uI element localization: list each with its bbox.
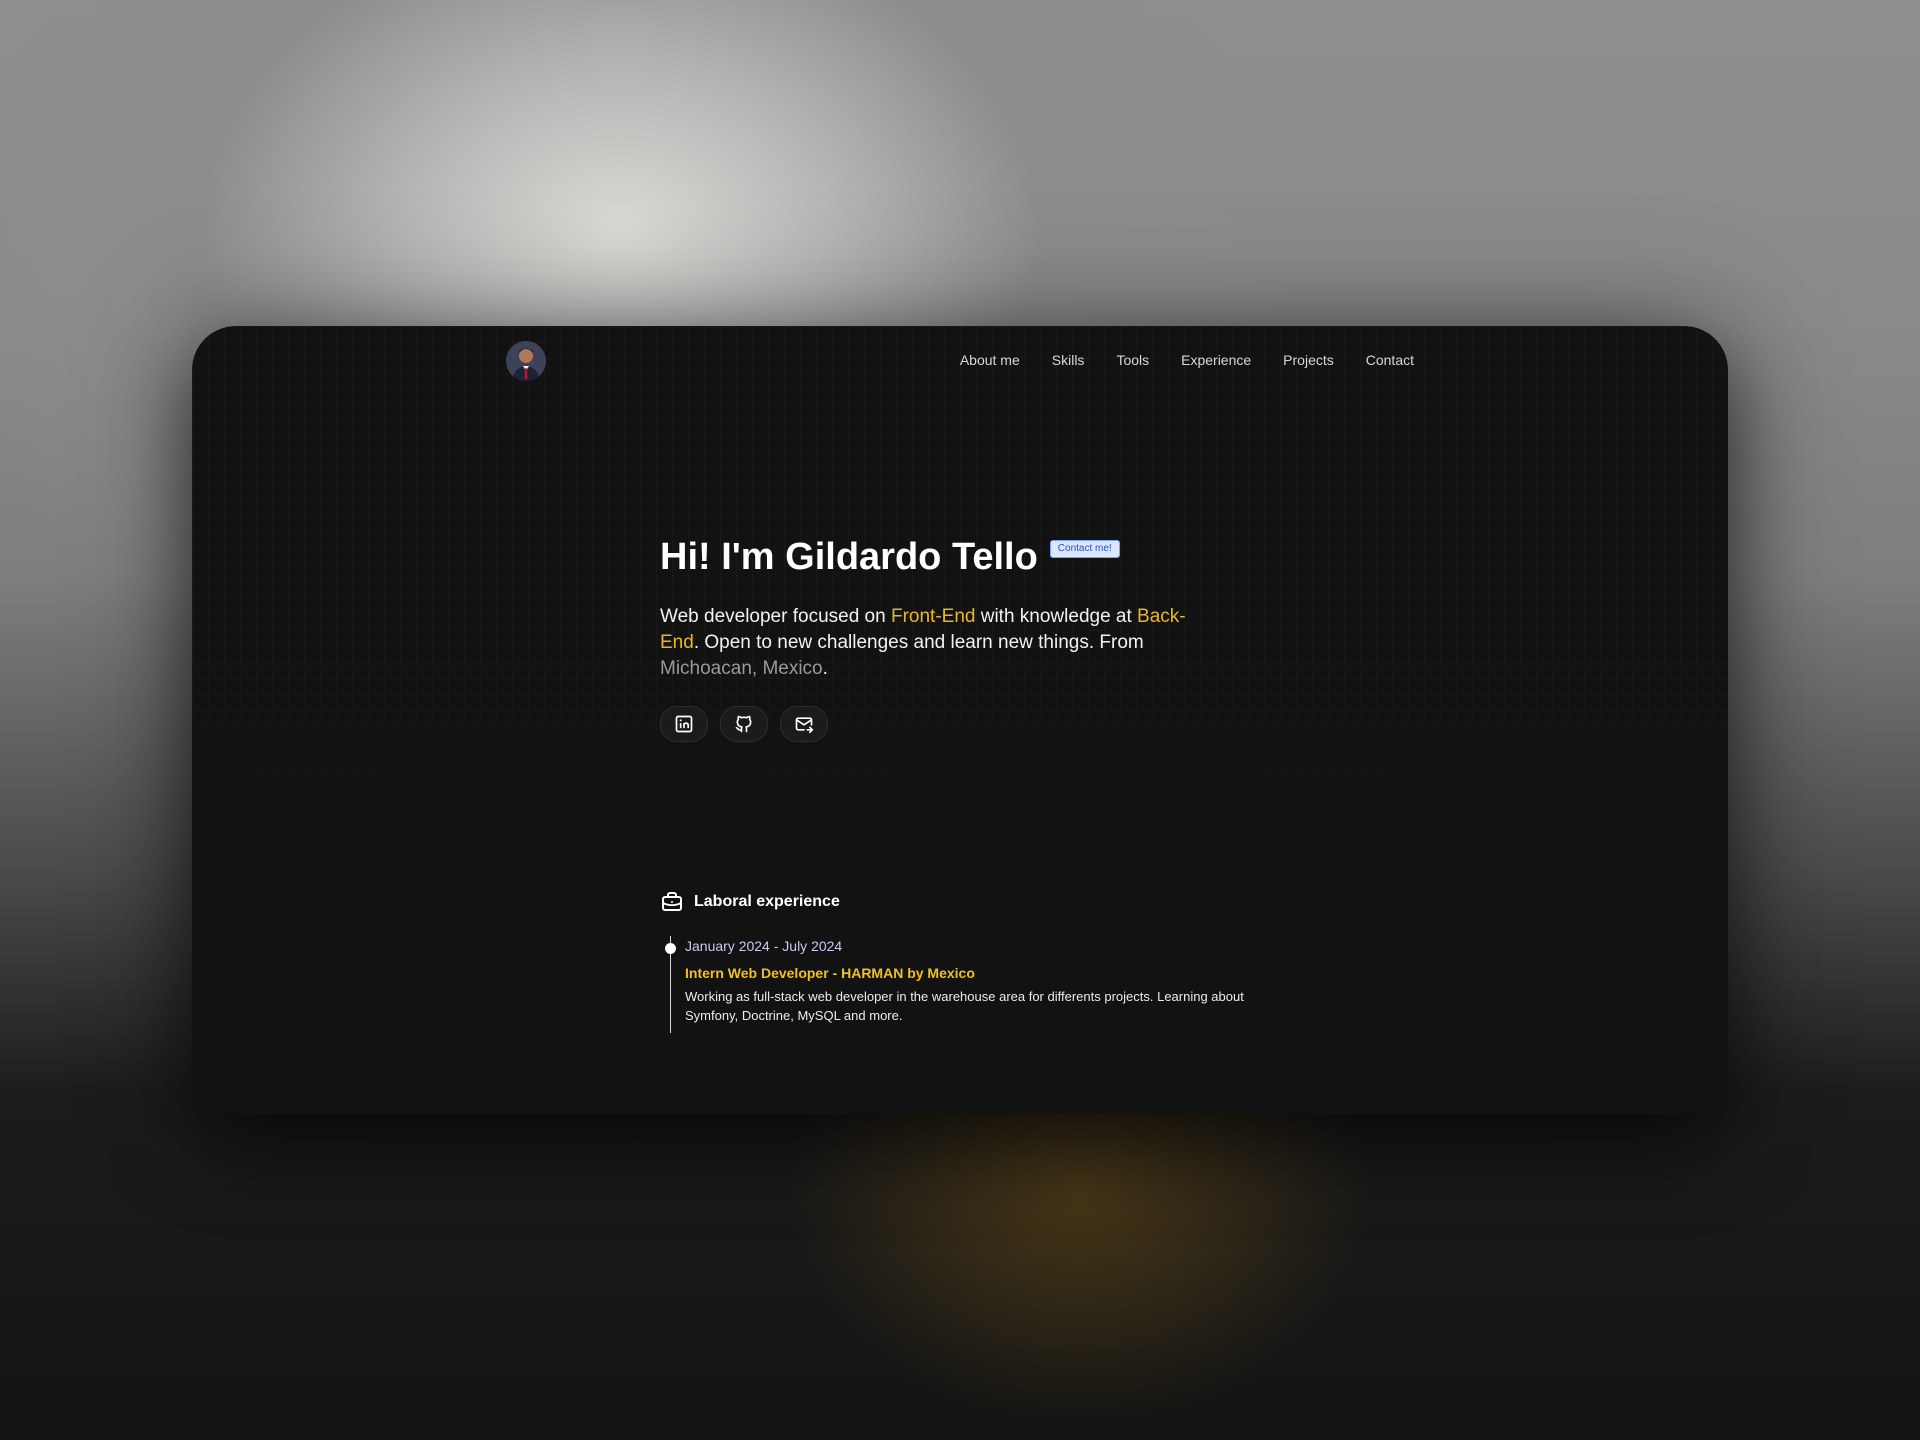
nav-link-about[interactable]: About me [960,352,1020,368]
experience-title: Laboral experience [694,893,840,910]
portfolio-window: About me Skills Tools Experience Project… [192,326,1728,1114]
contact-badge[interactable]: Contact me! [1049,540,1120,558]
hero-title: Hi! I'm Gildardo Tello [660,536,1038,578]
desc-text-2: with knowledge at [975,606,1138,627]
nav-link-experience[interactable]: Experience [1181,352,1251,368]
experience-timeline: January 2024 - July 2024 Intern Web Deve… [665,936,1260,1033]
github-button[interactable] [720,706,768,742]
frontend-highlight: Front-End [890,606,976,627]
hero-section: Hi! I'm Gildardo Tello Contact me! Web d… [660,534,1220,742]
hero-title-row: Hi! I'm Gildardo Tello Contact me! [660,534,1220,580]
avatar-portrait-icon [506,341,546,381]
location-text: Michoacan, Mexico [660,658,823,679]
nav-link-tools[interactable]: Tools [1116,352,1149,368]
linkedin-icon [675,715,693,733]
desc-text-1: Web developer focused on [660,606,891,627]
main-nav: About me Skills Tools Experience Project… [960,352,1414,368]
desc-text-4: . [822,658,828,679]
desc-text-3: . Open to new challenges and learn new t… [693,632,1144,653]
experience-date: January 2024 - July 2024 [685,938,843,954]
social-links [660,706,1220,742]
experience-header: Laboral experience [660,890,1260,914]
experience-description: Working as full-stack web developer in t… [685,989,1244,1023]
nav-link-projects[interactable]: Projects [1283,352,1334,368]
experience-section: Laboral experience January 2024 - July 2… [660,890,1260,1033]
briefcase-icon [662,892,682,911]
timeline-dot [665,943,676,954]
mail-icon [795,717,814,734]
nav-link-contact[interactable]: Contact [1366,352,1414,368]
linkedin-button[interactable] [660,706,708,742]
nav-link-skills[interactable]: Skills [1052,352,1085,368]
experience-role: Intern Web Developer - HARMAN by Mexico [685,965,975,981]
hero-description: Web developer focused on Front-End with … [660,604,1200,682]
avatar[interactable] [506,341,546,381]
github-icon [735,715,752,733]
email-button[interactable] [780,706,828,742]
